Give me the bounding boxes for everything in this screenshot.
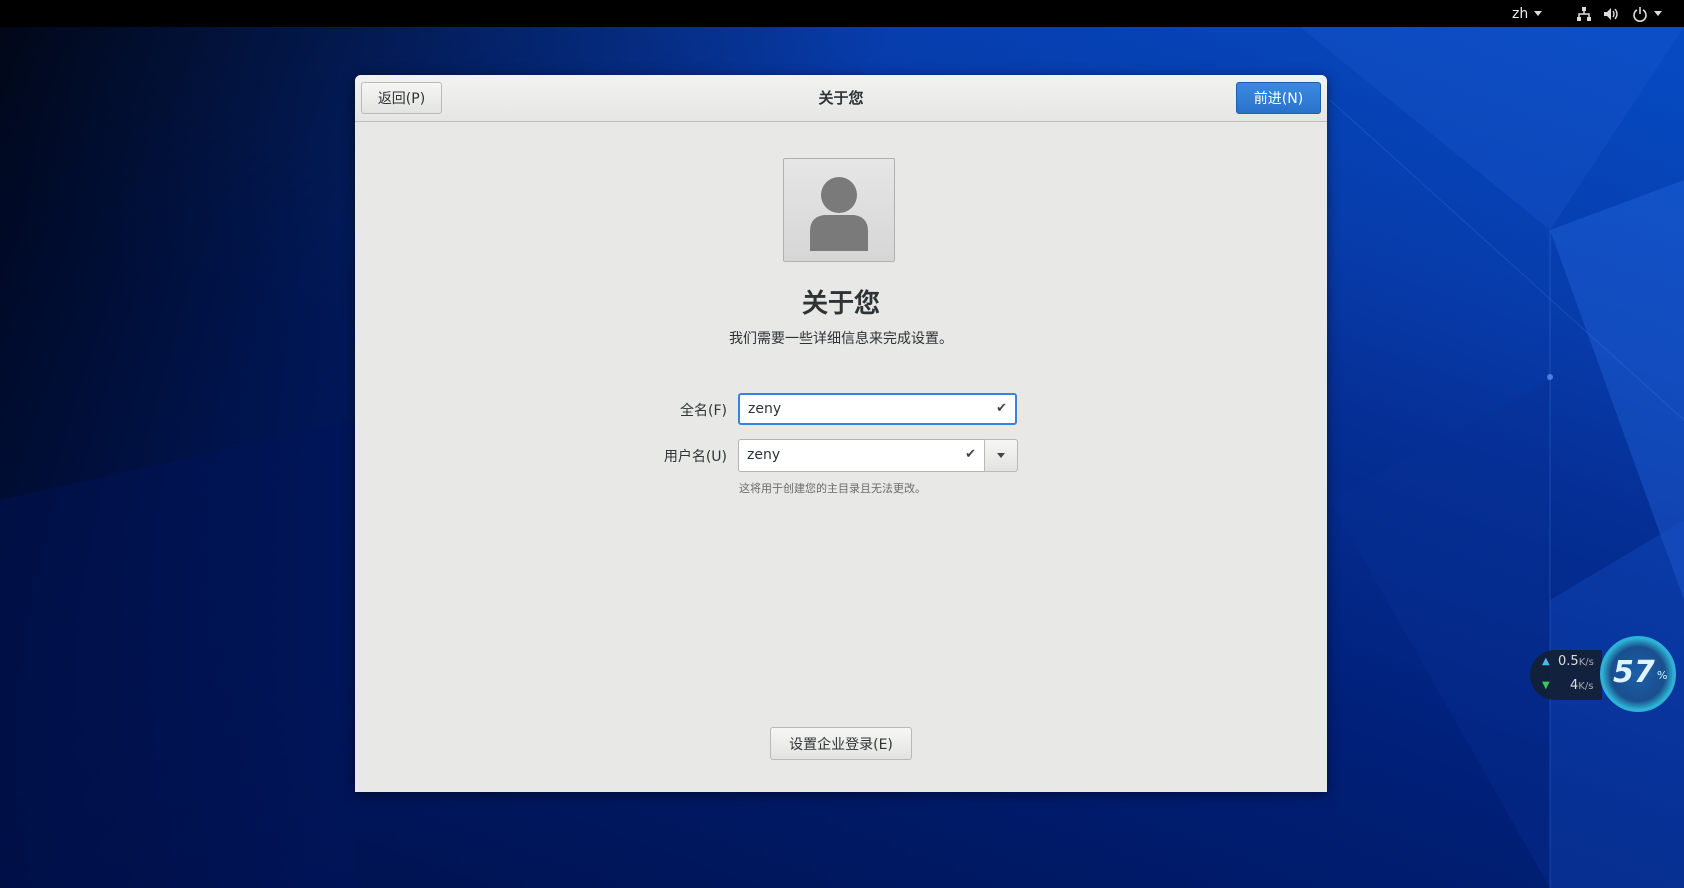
network-speed-widget[interactable]: ▲ 0.5K/s ▼ 4K/s <box>1530 650 1602 700</box>
chevron-down-icon <box>997 453 1005 458</box>
top-bar: zh <box>0 0 1684 27</box>
download-unit: K/s <box>1578 681 1594 692</box>
gauge-value: 57 <box>1613 655 1655 690</box>
language-selector[interactable]: zh <box>1512 0 1543 27</box>
download-arrow-icon: ▼ <box>1542 680 1550 691</box>
upload-arrow-icon: ▲ <box>1542 656 1550 667</box>
username-label: 用户名(U) <box>663 449 727 465</box>
chevron-down-icon <box>1654 11 1662 16</box>
gauge-unit: % <box>1657 669 1668 682</box>
username-hint: 这将用于创建您的主目录且无法更改。 <box>739 482 926 495</box>
volume-icon[interactable] <box>1603 0 1621 27</box>
upload-speed: 0.5K/s <box>1558 654 1594 669</box>
setup-window: 返回(P) 关于您 前进(N) 关于您 我们需要一些详细信息来完成设置。 全名(… <box>355 75 1327 792</box>
upload-value: 0.5 <box>1558 654 1579 669</box>
fullname-label: 全名(F) <box>680 403 727 419</box>
checkmark-icon: ✔ <box>996 401 1007 416</box>
power-icon <box>1633 6 1647 22</box>
username-field[interactable]: zeny ✔ <box>738 439 985 472</box>
fullname-value: zeny <box>748 401 782 417</box>
username-value: zeny <box>747 447 781 463</box>
download-speed: 4K/s <box>1570 678 1593 693</box>
upload-unit: K/s <box>1578 657 1594 668</box>
header-bar: 返回(P) 关于您 前进(N) <box>355 75 1327 122</box>
avatar-button[interactable] <box>783 158 895 262</box>
window-title: 关于您 <box>818 89 864 107</box>
username-dropdown-button[interactable] <box>984 439 1018 472</box>
chevron-down-icon <box>1534 11 1543 16</box>
language-label: zh <box>1512 5 1529 22</box>
next-button[interactable]: 前进(N) <box>1236 82 1321 114</box>
user-avatar-icon <box>810 177 868 251</box>
fullname-field[interactable]: zeny ✔ <box>738 393 1017 425</box>
page-subtitle: 我们需要一些详细信息来完成设置。 <box>729 331 953 347</box>
checkmark-icon: ✔ <box>965 447 976 462</box>
network-wired-icon[interactable] <box>1576 0 1592 27</box>
power-menu[interactable] <box>1632 0 1662 27</box>
usage-gauge[interactable]: 57 % <box>1600 636 1676 712</box>
page-title: 关于您 <box>801 289 880 319</box>
enterprise-login-button[interactable]: 设置企业登录(E) <box>770 727 912 760</box>
